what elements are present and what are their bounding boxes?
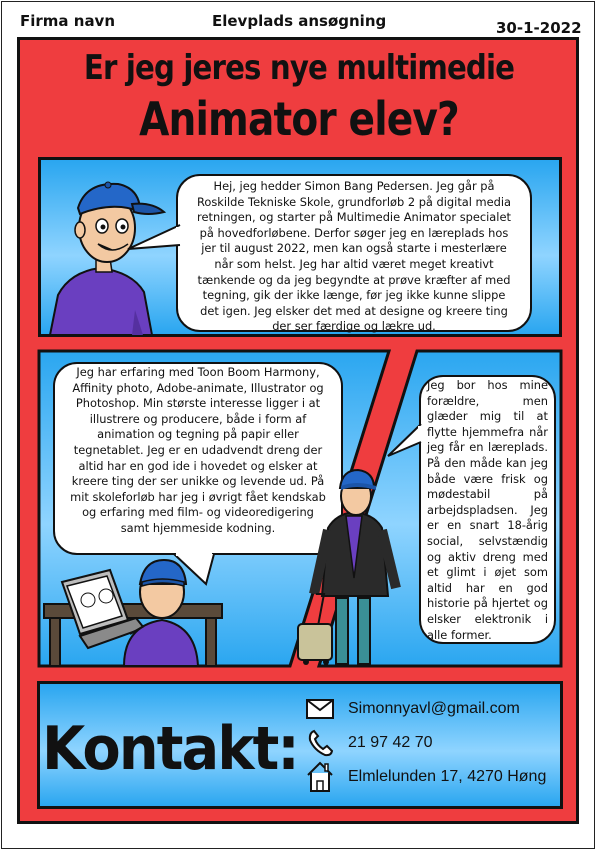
intro-text: Hej, jeg hedder Simon Bang Pedersen. Jeg… xyxy=(196,179,512,334)
document-date: 30-1-2022 xyxy=(496,19,582,37)
experience-text: Jeg har erfaring med Toon Boom Harmony, … xyxy=(70,365,326,535)
contact-address: Elmlelunden 17, 4270 Høng xyxy=(348,768,547,785)
house-icon xyxy=(307,761,333,792)
title-line-1: Er jeg jeres nye multimedie xyxy=(83,48,515,88)
phone-icon xyxy=(308,729,334,757)
personal-bubble-tail xyxy=(387,423,422,457)
contact-email[interactable]: Simonnyavl@gmail.com xyxy=(348,700,520,718)
envelope-icon xyxy=(306,699,334,719)
document-subject: Elevplads ansøgning xyxy=(212,12,387,30)
company-name: Firma navn xyxy=(20,12,116,30)
intro-bubble-tail xyxy=(127,224,181,250)
contact-heading: Kontakt: xyxy=(42,714,300,784)
contact-phone[interactable]: 21 97 42 70 xyxy=(348,734,433,752)
character-at-laptop-illustration xyxy=(43,558,223,667)
title-line-2: Animator elev? xyxy=(139,92,460,146)
character-with-suitcase-illustration xyxy=(297,468,401,665)
personal-text: Jeg bor hos mine forældre, men glæder mi… xyxy=(427,378,548,642)
personal-speech-bubble: Jeg bor hos mine forældre, men glæder mi… xyxy=(419,375,556,644)
intro-speech-bubble: Hej, jeg hedder Simon Bang Pedersen. Jeg… xyxy=(176,174,532,334)
